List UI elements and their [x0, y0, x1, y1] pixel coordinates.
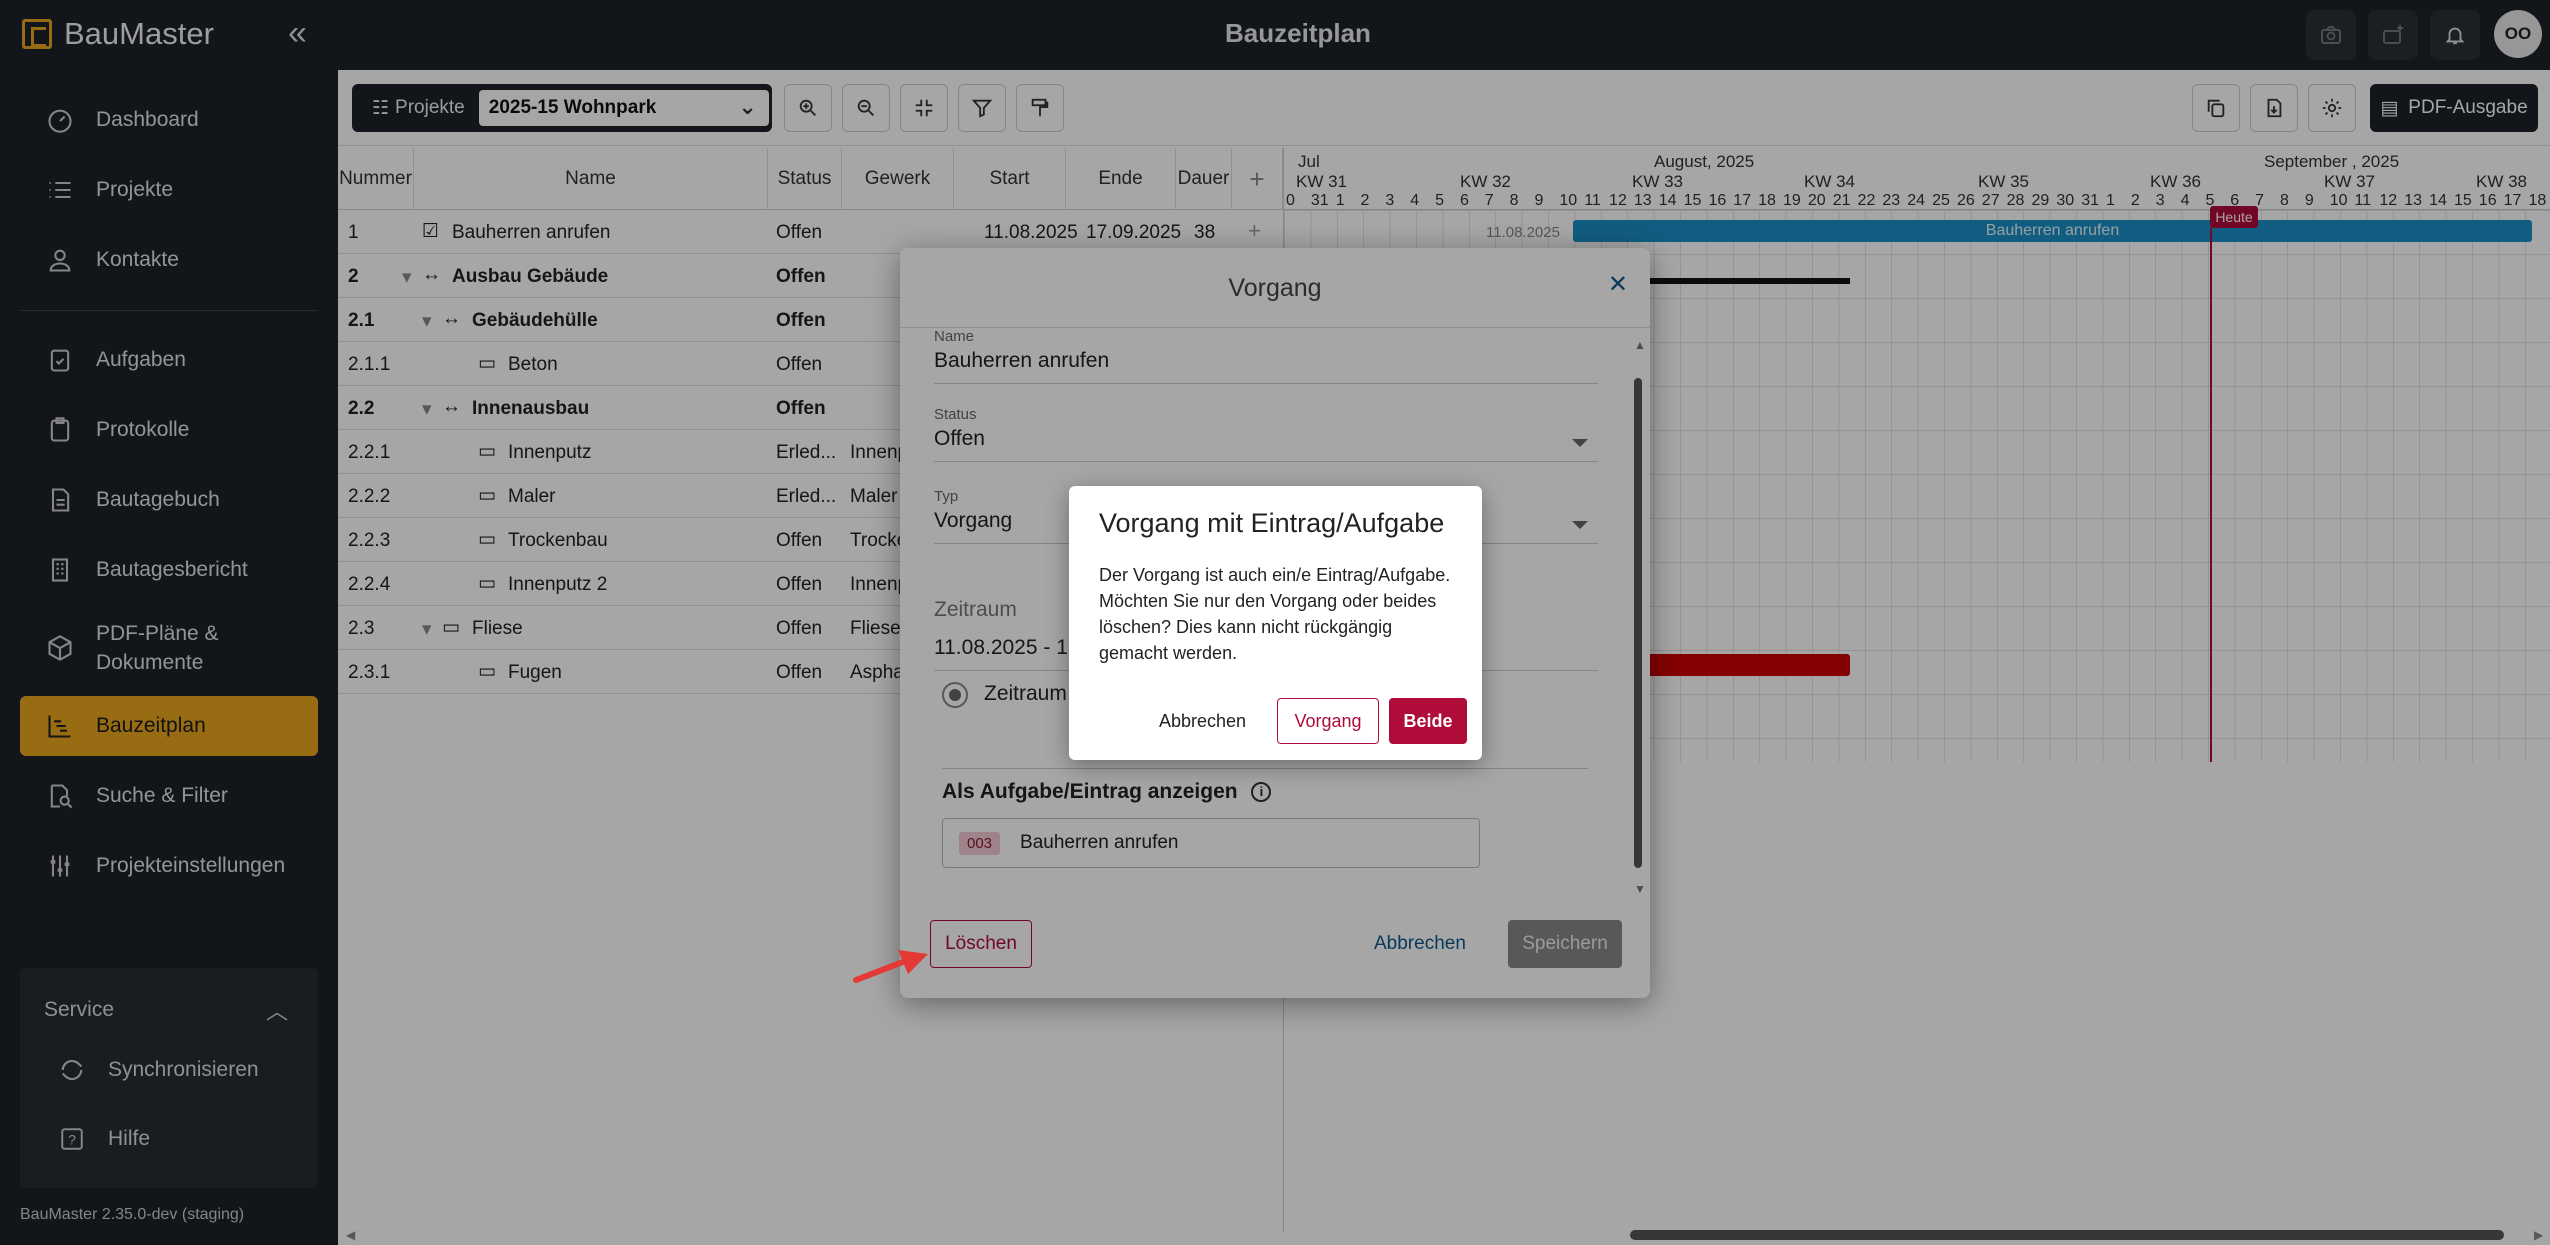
pointer-arrow-icon	[853, 950, 928, 983]
delete-vorgang-button[interactable]: Vorgang	[1277, 698, 1379, 744]
confirm-title: Vorgang mit Eintrag/Aufgabe	[1099, 508, 1445, 538]
confirm-cancel-button[interactable]: Abbrechen	[1159, 698, 1246, 744]
confirm-body: Der Vorgang ist auch ein/e Eintrag/Aufga…	[1099, 565, 1451, 663]
confirm-dialog: Vorgang mit Eintrag/Aufgabe Der Vorgang …	[1069, 486, 1482, 760]
delete-both-button[interactable]: Beide	[1389, 698, 1467, 744]
